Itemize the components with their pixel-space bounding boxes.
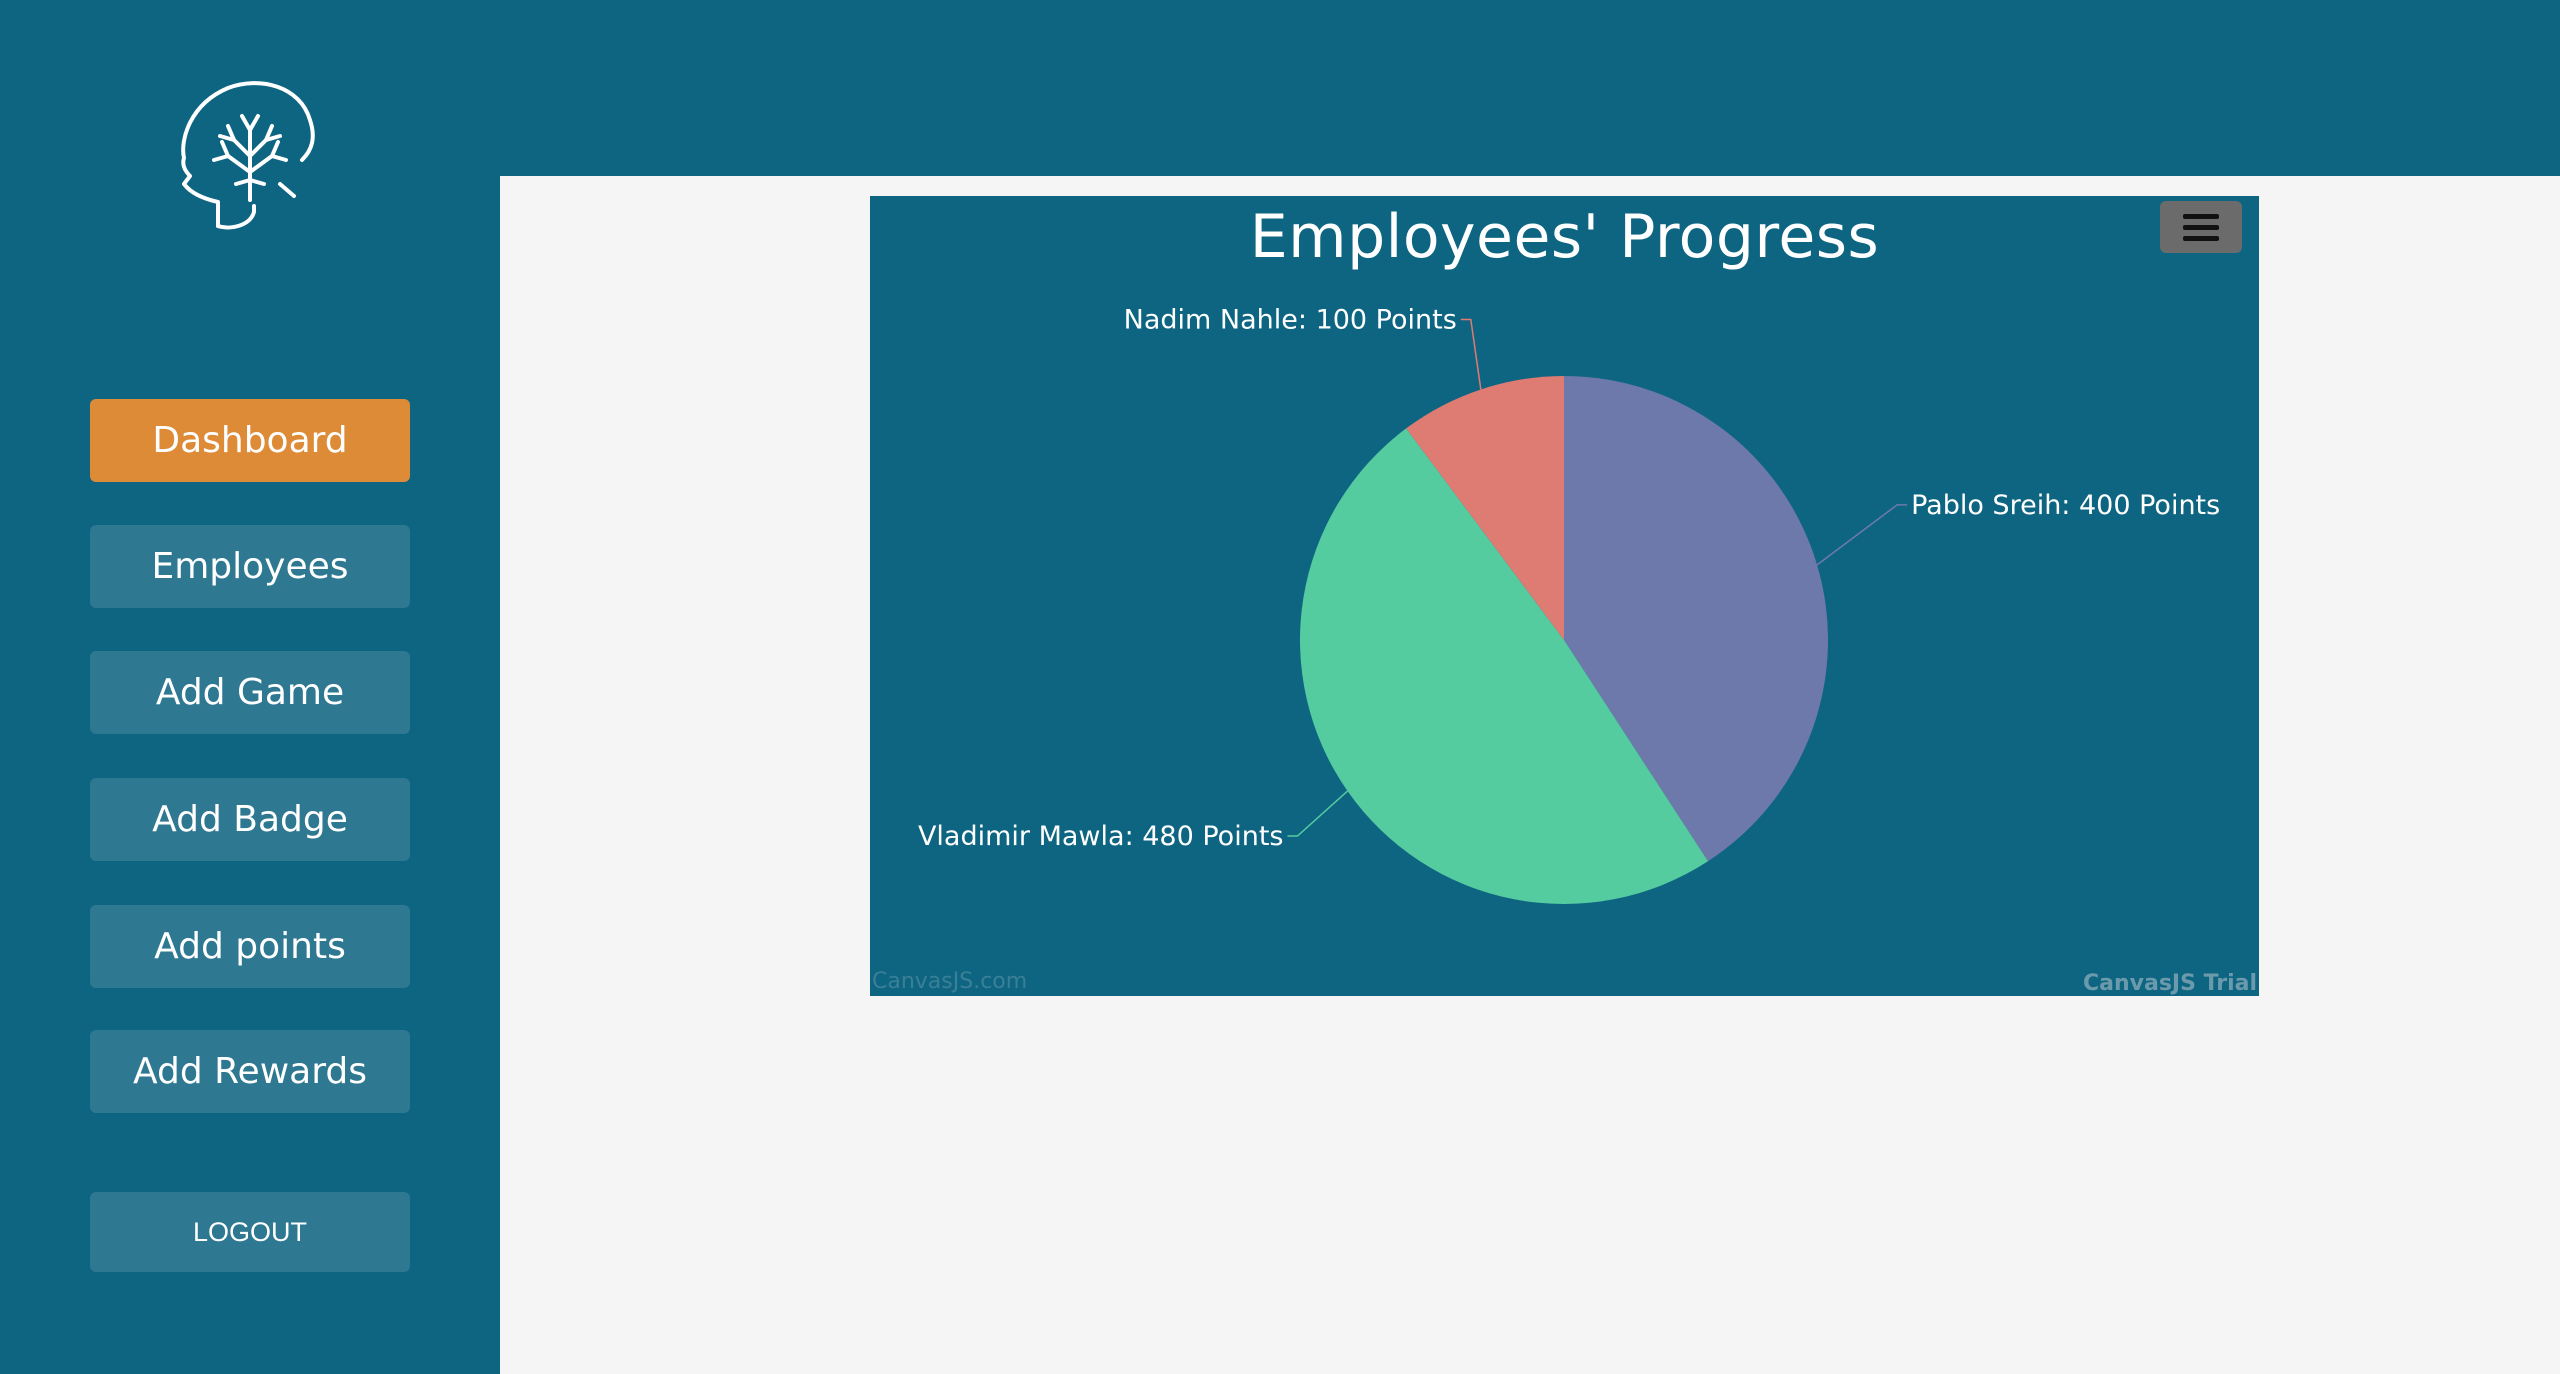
pie-chart-svg: Pablo Sreih: 400 Points Vladimir Mawla: 4… xyxy=(918,304,2220,905)
logout-button[interactable]: LOGOUT xyxy=(90,1192,410,1272)
nav-add-points-button[interactable]: Add points xyxy=(90,905,410,988)
nav-employees-button[interactable]: Employees xyxy=(90,525,410,608)
leader-line-pablo-sreih xyxy=(1816,504,1908,566)
watermark-right: CanvasJS Trial xyxy=(2083,971,2257,996)
nav-dashboard-button[interactable]: Dashboard xyxy=(90,399,410,482)
chart-title: Employees' Progress xyxy=(1249,202,1880,272)
slice-label-pablo-sreih: Pablo Sreih: 400 Points xyxy=(1911,490,2220,521)
sidebar: Dashboard Employees Add Game Add Badge A… xyxy=(0,0,500,1374)
main-content: Pablo Sreih: 400 Points Vladimir Mawla: 4… xyxy=(500,176,2560,1374)
brain-head-logo-icon xyxy=(170,80,330,230)
chart-menu-hamburger-icon[interactable] xyxy=(2160,201,2242,253)
leader-line-nadim-nahle xyxy=(1460,318,1482,390)
slice-label-vladimir-mawla: Vladimir Mawla: 480 Points xyxy=(918,821,1284,852)
slice-label-nadim-nahle: Nadim Nahle: 100 Points xyxy=(1124,304,1457,335)
nav-add-game-button[interactable]: Add Game xyxy=(90,651,410,734)
leader-line-vladimir-mawla xyxy=(1287,790,1348,837)
pie-chart: Pablo Sreih: 400 Points Vladimir Mawla: 4… xyxy=(870,196,2259,996)
nav-add-rewards-button[interactable]: Add Rewards xyxy=(90,1030,410,1113)
nav-add-badge-button[interactable]: Add Badge xyxy=(90,778,410,861)
watermark-left: CanvasJS.com xyxy=(872,969,1028,994)
